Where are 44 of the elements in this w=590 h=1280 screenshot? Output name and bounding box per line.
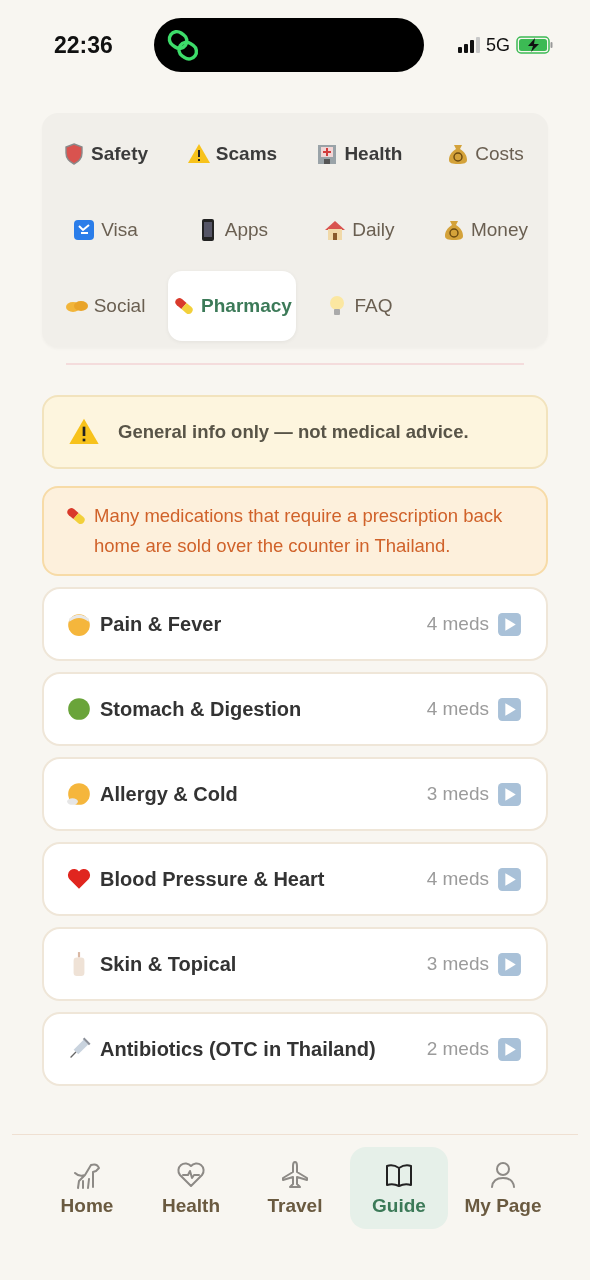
nav-tab[interactable]: Health xyxy=(142,1147,240,1229)
notice-text: General info only — not medical advice. xyxy=(118,421,469,443)
category-tab[interactable]: Daily xyxy=(295,195,422,265)
category-tab[interactable]: Pharmacy xyxy=(168,271,296,341)
med-count: 2 meds xyxy=(426,1038,489,1060)
category-tab[interactable]: FAQ xyxy=(295,271,422,341)
med-count: 3 meds xyxy=(426,783,489,805)
play-icon xyxy=(497,866,522,892)
category-tab[interactable]: Apps xyxy=(168,195,296,265)
notice-text: Many medications that require a prescription back home are sold over the counter in Thailand. xyxy=(94,504,504,558)
play-icon xyxy=(497,951,522,977)
med-count: 4 meds xyxy=(426,698,489,720)
airplane-icon xyxy=(279,1159,311,1191)
link-icon xyxy=(166,28,200,62)
category-card[interactable]: Pain & Fever 4 meds xyxy=(42,587,548,661)
shield-icon xyxy=(62,142,86,166)
med-count: 4 meds xyxy=(426,613,489,635)
category-tab[interactable]: Safety xyxy=(42,119,169,189)
category-card[interactable]: Antibiotics (OTC in Thailand) 2 meds xyxy=(42,1012,548,1086)
signal-icon xyxy=(458,37,480,53)
warning-icon xyxy=(186,142,211,166)
med-count: 3 meds xyxy=(426,953,489,975)
category-tab[interactable]: Money xyxy=(421,195,548,265)
nav-tab[interactable]: Guide xyxy=(350,1147,448,1229)
network-label: 5G xyxy=(486,34,510,56)
play-icon xyxy=(497,611,522,637)
category-card[interactable]: Blood Pressure & Heart 4 meds xyxy=(42,842,548,916)
category-tab[interactable]: Costs xyxy=(421,119,548,189)
play-icon xyxy=(497,696,522,722)
category-card[interactable]: Stomach & Digestion 4 meds xyxy=(42,672,548,746)
status-time: 22:36 xyxy=(54,31,114,59)
med-count: 4 meds xyxy=(426,868,489,890)
nav-tab[interactable]: Home xyxy=(38,1147,136,1229)
category-card[interactable]: Skin & Topical 3 meds xyxy=(42,927,548,1001)
play-icon xyxy=(497,1036,522,1062)
play-icon xyxy=(497,781,522,807)
category-tab[interactable]: Visa xyxy=(42,195,169,265)
category-card[interactable]: Allergy & Cold 3 meds xyxy=(42,757,548,831)
category-tab[interactable]: Scams xyxy=(168,119,296,189)
nav-tab[interactable]: My Page xyxy=(454,1147,552,1229)
battery-icon xyxy=(516,36,554,54)
nav-tab[interactable]: Travel xyxy=(246,1147,344,1229)
category-tab[interactable]: Social xyxy=(42,271,169,341)
category-tab[interactable]: Health xyxy=(295,119,422,189)
